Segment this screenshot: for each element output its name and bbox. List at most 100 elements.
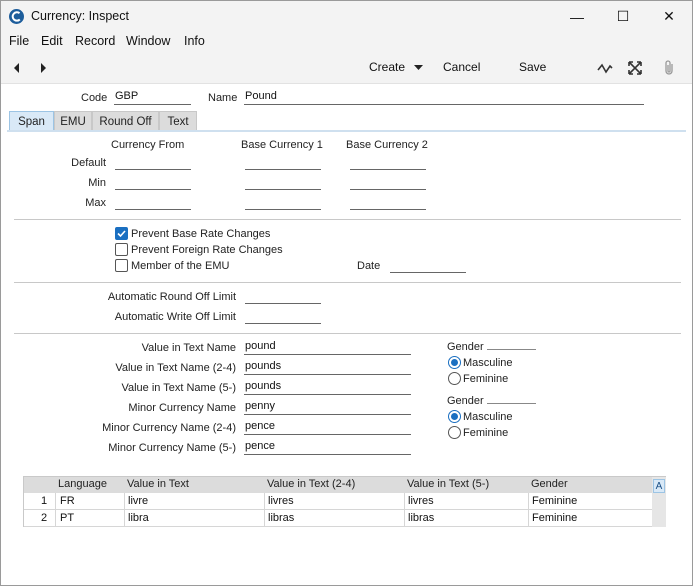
gender-2-feminine-radio[interactable] xyxy=(448,426,461,439)
minor-currency-name-field[interactable]: penny xyxy=(244,400,411,415)
attachment-button[interactable] xyxy=(659,58,679,78)
code-label: Code xyxy=(81,92,108,104)
member-emu-checkbox[interactable] xyxy=(115,259,128,272)
language-grid: Language Value in Text Value in Text (2-… xyxy=(23,476,666,527)
save-button[interactable]: Save xyxy=(519,60,546,74)
value-in-text-name-2-4-label: Value in Text Name (2-4) xyxy=(115,362,236,374)
auto-round-off-field[interactable] xyxy=(245,289,321,304)
default-currency-from-field[interactable] xyxy=(115,155,191,170)
menu-info[interactable]: Info xyxy=(184,34,205,48)
cell-gender[interactable]: Feminine xyxy=(532,512,577,524)
gender-1-feminine-radio[interactable] xyxy=(448,372,461,385)
cell-value-in-text-5[interactable]: libras xyxy=(408,512,434,524)
gender-1-masculine-radio[interactable] xyxy=(448,356,461,369)
cell-value-in-text-2-4[interactable]: libras xyxy=(268,512,294,524)
code-field[interactable]: GBP xyxy=(114,90,191,105)
cell-value-in-text[interactable]: livre xyxy=(128,495,148,507)
gender-1-masculine-label: Masculine xyxy=(463,357,513,369)
col-header-currency-from: Currency From xyxy=(111,139,185,151)
gender-rule xyxy=(487,349,536,350)
minimize-icon: — xyxy=(570,8,584,25)
minor-currency-name-2-4-label: Minor Currency Name (2-4) xyxy=(102,422,236,434)
tab-round-off[interactable]: Round Off xyxy=(92,111,159,131)
create-button[interactable]: Create xyxy=(369,60,424,74)
menu-record[interactable]: Record xyxy=(75,34,115,48)
grid-header-language: Language xyxy=(58,478,107,490)
min-currency-from-field[interactable] xyxy=(115,175,191,190)
row-number: 1 xyxy=(41,495,48,507)
menu-window[interactable]: Window xyxy=(126,34,170,48)
value-in-text-name-field[interactable]: pound xyxy=(244,340,411,355)
grid-header: Language Value in Text Value in Text (2-… xyxy=(24,477,652,493)
grid-divider xyxy=(404,493,405,527)
tab-text[interactable]: Text xyxy=(159,111,197,131)
min-base-currency-1-field[interactable] xyxy=(245,175,321,190)
chevron-down-icon xyxy=(414,64,424,70)
paperclip-icon xyxy=(665,60,673,75)
create-label: Create xyxy=(369,60,406,74)
auto-write-off-label: Automatic Write Off Limit xyxy=(114,311,236,323)
max-currency-from-field[interactable] xyxy=(115,195,191,210)
chevron-right-icon xyxy=(41,63,46,73)
toolbar: Create Cancel Save xyxy=(1,52,692,84)
value-in-text-name-2-4-field[interactable]: pounds xyxy=(244,360,411,375)
gender-2-masculine-label: Masculine xyxy=(463,411,513,423)
cell-value-in-text-5[interactable]: livres xyxy=(408,495,434,507)
gender-2-masculine-radio[interactable] xyxy=(448,410,461,423)
previous-record-button[interactable] xyxy=(7,58,27,78)
activity-button[interactable] xyxy=(595,58,615,78)
grid-divider xyxy=(55,493,56,527)
min-base-currency-2-field[interactable] xyxy=(350,175,426,190)
grid-a-button[interactable]: A xyxy=(653,479,665,493)
row-label-default: Default xyxy=(71,157,106,169)
next-record-button[interactable] xyxy=(33,58,53,78)
checkmark-icon xyxy=(117,230,126,238)
minor-currency-name-5-label: Minor Currency Name (5-) xyxy=(108,442,236,454)
max-base-currency-1-field[interactable] xyxy=(245,195,321,210)
table-row[interactable]: 2 PT libra libras libras Feminine xyxy=(24,510,652,527)
cell-value-in-text[interactable]: libra xyxy=(128,512,149,524)
row-label-min: Min xyxy=(88,177,106,189)
gender-2-feminine-label: Feminine xyxy=(463,427,509,439)
default-base-currency-1-field[interactable] xyxy=(245,155,321,170)
minor-currency-name-2-4-field[interactable]: pence xyxy=(244,420,411,435)
minor-currency-name-5-field[interactable]: pence xyxy=(244,440,411,455)
menu-edit[interactable]: Edit xyxy=(41,34,63,48)
section-divider xyxy=(14,219,681,220)
tab-emu[interactable]: EMU xyxy=(54,111,92,131)
menu-file[interactable]: File xyxy=(9,34,29,48)
auto-round-off-label: Automatic Round Off Limit xyxy=(107,291,236,303)
date-field[interactable] xyxy=(390,258,466,273)
maximize-button[interactable]: ☐ xyxy=(600,1,646,32)
max-base-currency-2-field[interactable] xyxy=(350,195,426,210)
cell-language[interactable]: PT xyxy=(60,512,74,524)
name-field[interactable]: Pound xyxy=(244,90,644,105)
close-button[interactable]: ✕ xyxy=(646,1,692,32)
expand-button[interactable] xyxy=(625,58,645,78)
value-in-text-name-5-field[interactable]: pounds xyxy=(244,380,411,395)
tab-span[interactable]: Span xyxy=(9,111,54,131)
col-header-base-currency-1: Base Currency 1 xyxy=(241,139,323,151)
menu-bar: File Edit Record Window Info xyxy=(1,32,692,52)
cell-gender[interactable]: Feminine xyxy=(532,495,577,507)
grid-header-value-in-text: Value in Text xyxy=(127,478,189,490)
prevent-base-rate-checkbox[interactable] xyxy=(115,227,128,240)
section-divider xyxy=(14,282,681,283)
cell-language[interactable]: FR xyxy=(60,495,75,507)
prevent-foreign-rate-checkbox[interactable] xyxy=(115,243,128,256)
grid-header-gender: Gender xyxy=(531,478,568,490)
grid-divider xyxy=(528,493,529,527)
auto-write-off-field[interactable] xyxy=(245,309,321,324)
name-label: Name xyxy=(208,92,238,104)
gender-1-feminine-label: Feminine xyxy=(463,373,509,385)
default-base-currency-2-field[interactable] xyxy=(350,155,426,170)
minor-currency-name-label: Minor Currency Name xyxy=(128,402,236,414)
tab-underline xyxy=(7,130,686,132)
close-icon: ✕ xyxy=(663,8,675,24)
table-row[interactable]: 1 FR livre livres livres Feminine xyxy=(24,493,652,510)
expand-icon xyxy=(628,61,642,75)
grid-scrollbar[interactable]: A xyxy=(652,477,666,527)
cancel-button[interactable]: Cancel xyxy=(443,60,480,74)
minimize-button[interactable]: — xyxy=(554,1,600,32)
cell-value-in-text-2-4[interactable]: livres xyxy=(268,495,294,507)
